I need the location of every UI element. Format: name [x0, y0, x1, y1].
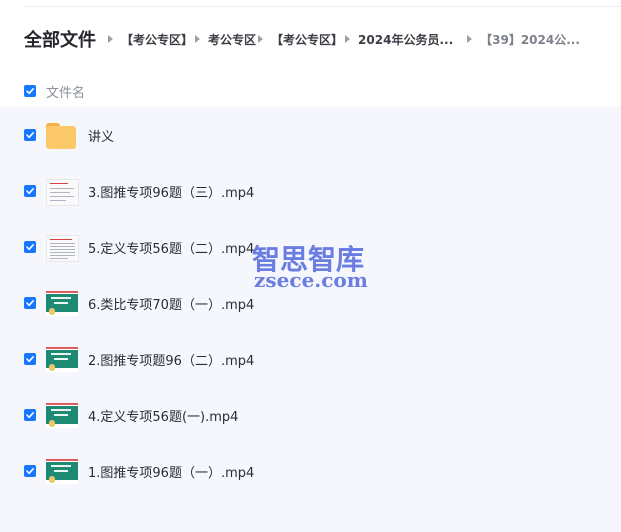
top-divider: [24, 6, 621, 7]
file-name[interactable]: 3.图推专项96题（三）.mp4: [88, 182, 254, 201]
row-checkbox[interactable]: [24, 465, 36, 477]
list-item[interactable]: 3.图推专项96题（三）.mp4: [0, 163, 621, 219]
list-item[interactable]: 5.定义专项56题（二）.mp4: [0, 219, 621, 275]
list-item[interactable]: 4.定义专项56题(一).mp4: [0, 387, 621, 443]
check-icon: [26, 188, 34, 195]
breadcrumb-item[interactable]: 【考公专区】: [121, 31, 193, 48]
list-item[interactable]: 1.图推专项96题（一）.mp4: [0, 443, 621, 499]
video-thumbnail-icon: [46, 177, 79, 206]
column-header-filename[interactable]: 文件名: [46, 82, 85, 101]
breadcrumb-separator-icon: [108, 35, 113, 43]
breadcrumb-separator-icon: [345, 35, 351, 43]
check-icon: [26, 356, 34, 363]
row-checkbox[interactable]: [24, 241, 36, 253]
folder-icon: [46, 121, 78, 149]
check-icon: [26, 244, 34, 251]
breadcrumb-item[interactable]: 考公专区: [208, 31, 256, 48]
file-list: 讲义 3.图推专项96题（三）.mp4 5.定义专项56题（二）.mp4 6.类…: [0, 107, 621, 532]
breadcrumb-separator-icon: [258, 35, 264, 43]
check-icon: [26, 412, 34, 419]
row-checkbox[interactable]: [24, 129, 36, 141]
breadcrumb: 全部文件 【考公专区】 考公专区 【考公专区】 2024年公务员... 【39】…: [24, 26, 580, 52]
file-name[interactable]: 5.定义专项56题（二）.mp4: [88, 238, 254, 257]
breadcrumb-separator-icon: [195, 35, 201, 43]
file-name[interactable]: 6.类比专项70题（一）.mp4: [88, 294, 254, 313]
file-name[interactable]: 1.图推专项96题（一）.mp4: [88, 462, 254, 481]
check-icon: [26, 132, 34, 139]
breadcrumb-root[interactable]: 全部文件: [24, 26, 96, 52]
video-thumbnail-icon: [46, 457, 78, 485]
row-checkbox[interactable]: [24, 297, 36, 309]
row-checkbox[interactable]: [24, 185, 36, 197]
file-name[interactable]: 4.定义专项56题(一).mp4: [88, 406, 238, 425]
check-icon: [26, 468, 34, 475]
video-thumbnail-icon: [46, 401, 78, 429]
list-header: 文件名: [24, 82, 85, 101]
list-item[interactable]: 6.类比专项70题（一）.mp4: [0, 275, 621, 331]
list-item[interactable]: 讲义: [0, 107, 621, 163]
video-thumbnail-icon: [46, 233, 79, 262]
breadcrumb-item[interactable]: 2024年公务员...: [358, 31, 453, 48]
check-icon: [26, 300, 34, 307]
check-icon: [26, 88, 34, 95]
list-item[interactable]: 2.图推专项题96（二）.mp4: [0, 331, 621, 387]
file-name[interactable]: 2.图推专项题96（二）.mp4: [88, 350, 254, 369]
select-all-checkbox[interactable]: [24, 85, 36, 97]
video-thumbnail-icon: [46, 345, 78, 373]
video-thumbnail-icon: [46, 289, 78, 317]
row-checkbox[interactable]: [24, 353, 36, 365]
breadcrumb-item[interactable]: 【考公专区】: [271, 31, 343, 48]
breadcrumb-separator-icon: [467, 35, 473, 43]
breadcrumb-item-current: 【39】2024公...: [480, 32, 580, 47]
row-checkbox[interactable]: [24, 409, 36, 421]
file-name[interactable]: 讲义: [88, 126, 114, 145]
